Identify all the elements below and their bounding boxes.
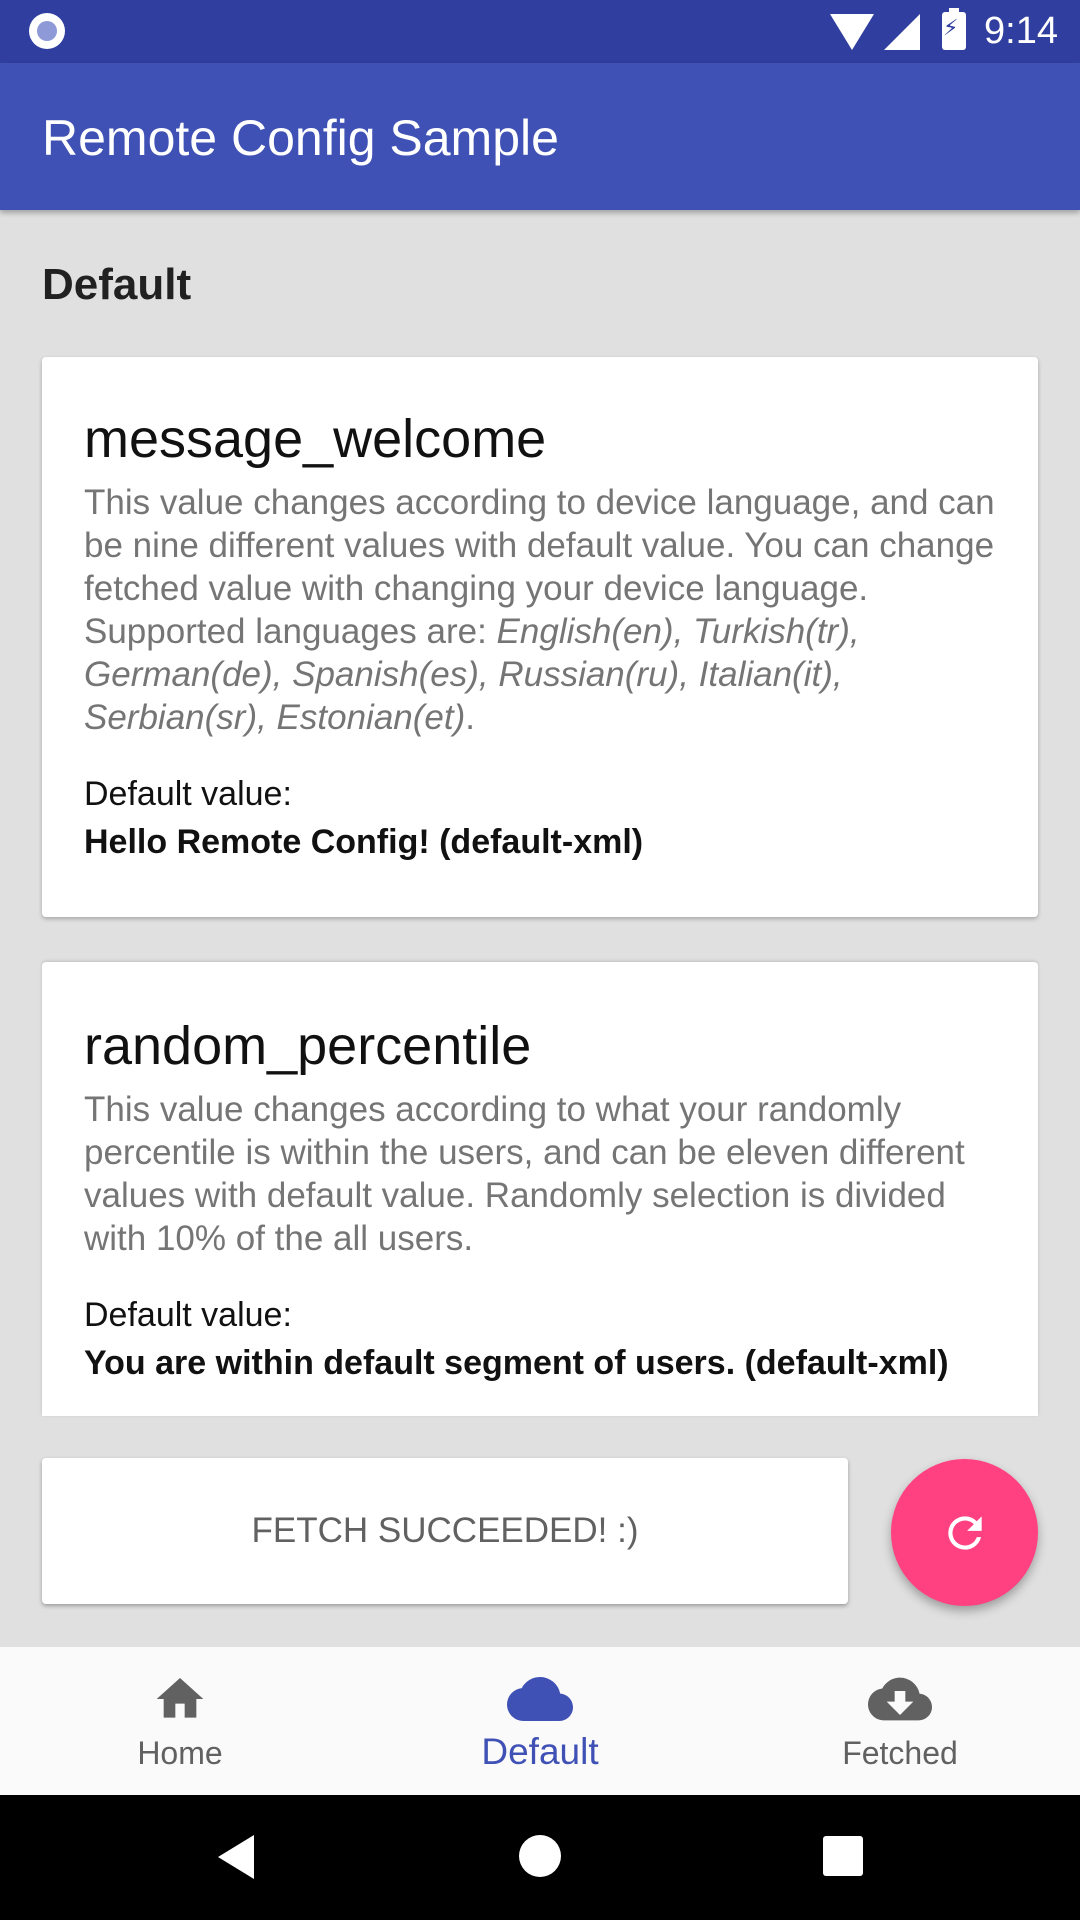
app-bar: Remote Config Sample: [0, 63, 1080, 210]
back-icon[interactable]: [214, 1833, 258, 1881]
page-title: Default: [42, 260, 192, 309]
wifi-icon: [830, 14, 874, 50]
status-bar: 9:14: [0, 0, 1080, 63]
config-card-random-percentile: random_percentile This value changes acc…: [42, 962, 1038, 1416]
battery-charging-icon: [942, 8, 966, 50]
status-clock: 9:14: [984, 10, 1058, 52]
config-key: random_percentile: [84, 1016, 532, 1076]
cloud-icon: [507, 1677, 573, 1721]
cloud-download-icon: [868, 1677, 932, 1721]
config-key: message_welcome: [84, 409, 547, 469]
recents-icon[interactable]: [823, 1836, 863, 1876]
default-value: Hello Remote Config! (default-xml): [84, 823, 644, 861]
bottom-navigation: Home Default Fetched: [0, 1647, 1080, 1795]
home-icon: [156, 1678, 204, 1718]
app-title: Remote Config Sample: [42, 110, 559, 166]
config-description: This value changes according to device l…: [84, 483, 995, 737]
nav-item-default[interactable]: Default: [360, 1647, 720, 1795]
notification-icon: [29, 13, 65, 49]
nav-item-home[interactable]: Home: [0, 1647, 360, 1795]
nav-item-fetched[interactable]: Fetched: [720, 1647, 1080, 1795]
home-circle-icon[interactable]: [519, 1835, 561, 1877]
config-description: This value changes according to what you…: [84, 1090, 965, 1258]
system-navigation-bar: [0, 1795, 1080, 1920]
nav-label-default: Default: [481, 1731, 599, 1772]
config-card-message-welcome: message_welcome This value changes accor…: [42, 357, 1038, 917]
refresh-fab-button[interactable]: [891, 1459, 1038, 1606]
nav-label-fetched: Fetched: [842, 1735, 958, 1771]
default-value-label: Default value:: [84, 775, 292, 813]
signal-icon: [884, 14, 920, 50]
refresh-icon: [947, 1515, 982, 1550]
fetch-status-text: FETCH SUCCEEDED! :): [251, 1511, 639, 1550]
fetch-status-card: FETCH SUCCEEDED! :): [42, 1458, 848, 1604]
default-value: You are within default segment of users.…: [84, 1344, 949, 1382]
default-value-label: Default value:: [84, 1296, 292, 1334]
nav-label-home: Home: [137, 1735, 223, 1771]
